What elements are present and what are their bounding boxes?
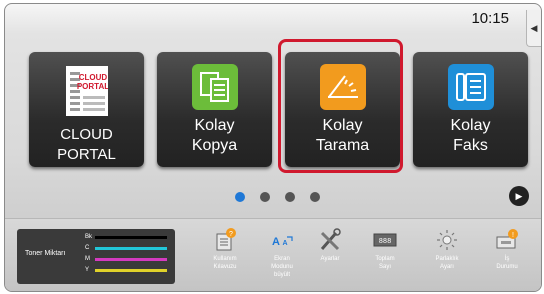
page-dot-4[interactable] <box>310 192 320 202</box>
toner-row-y: Y <box>85 266 167 275</box>
svg-text:!: ! <box>512 232 514 239</box>
fax-icon <box>447 64 494 110</box>
tile-label-line1: Kolay <box>450 117 491 134</box>
job-status-icon: ! <box>496 229 518 249</box>
page-dot-1[interactable] <box>235 192 245 202</box>
brightness-button[interactable]: Parlaklık Ayarı <box>419 227 475 271</box>
page-dot-2[interactable] <box>260 192 270 202</box>
enlarge-label-line2: Modunu <box>271 264 293 270</box>
job-status-button[interactable]: ! İş Durumu <box>479 227 535 271</box>
toner-key: Bk <box>85 234 93 240</box>
cloud-portal-logo-icon: CLOUD PORTAL <box>65 66 109 116</box>
next-page-button[interactable]: ▶ <box>509 186 529 206</box>
total-count-icon: 888 <box>373 233 397 247</box>
selection-highlight <box>278 39 403 173</box>
bottom-bar: Toner Miktarı Bk C M Y ? Kullanım Kılavu… <box>5 218 541 291</box>
toner-bar-cyan <box>95 247 167 250</box>
brightness-label-line1: Parlaklık <box>435 256 459 262</box>
svg-text:A: A <box>282 240 287 247</box>
toner-key: Y <box>85 267 90 273</box>
page-indicator <box>5 192 541 204</box>
manual-label-line2: Kılavuzu <box>213 264 237 270</box>
toner-bar-black <box>95 236 167 239</box>
manual-label-line1: Kullanım <box>213 256 237 262</box>
toner-key: C <box>85 245 90 251</box>
toner-bar-yellow <box>95 269 167 272</box>
tile-label-line1: Kolay <box>194 117 235 134</box>
total-count-label-line1: Toplam <box>375 256 395 262</box>
svg-text:A: A <box>272 236 280 248</box>
toner-row-c: C <box>85 244 167 253</box>
page-dot-3[interactable] <box>285 192 295 202</box>
play-arrow-icon: ▶ <box>515 190 523 201</box>
toner-row-bk: Bk <box>85 233 167 242</box>
tile-label: CLOUD PORTAL <box>57 126 116 163</box>
settings-button[interactable]: Ayarlar <box>302 227 358 263</box>
enlarge-display-icon: A A <box>272 236 293 248</box>
total-count-button[interactable]: 888 Toplam Sayı <box>357 227 413 271</box>
brightness-label-line2: Ayarı <box>440 264 454 270</box>
svg-text:?: ? <box>229 231 233 238</box>
tile-easy-copy[interactable]: Kolay Kopya <box>157 52 272 167</box>
settings-tools-icon <box>320 228 341 251</box>
copy-icon <box>191 64 238 110</box>
arrow-left-icon: ◀ <box>530 22 538 33</box>
job-status-label-line1: İş <box>504 256 510 262</box>
home-screen-panel: 10:15 ◀ CLOUD PORTAL CLOUD PORTAL Kolay … <box>4 3 542 292</box>
tile-label-line2: Faks <box>453 137 488 154</box>
total-count-label-line2: Sayı <box>378 264 391 270</box>
toner-key: M <box>85 256 90 262</box>
job-status-label-line2: Durumu <box>496 264 518 270</box>
tile-easy-fax[interactable]: Kolay Faks <box>413 52 528 167</box>
toner-bar-magenta <box>95 258 167 261</box>
clock: 10:15 <box>471 10 509 27</box>
tile-cloud-portal[interactable]: CLOUD PORTAL CLOUD PORTAL <box>29 52 144 167</box>
brightness-icon <box>437 230 457 250</box>
tile-label-line2: Kopya <box>191 137 238 154</box>
toner-row-m: M <box>85 255 167 264</box>
side-panel-tab[interactable]: ◀ <box>526 10 541 47</box>
toner-label: Toner Miktarı <box>25 250 66 257</box>
manual-button[interactable]: ? Kullanım Kılavuzu <box>197 227 253 271</box>
svg-text:PORTAL: PORTAL <box>76 82 107 91</box>
svg-text:888: 888 <box>379 238 392 246</box>
svg-text:CLOUD: CLOUD <box>78 73 107 82</box>
manual-icon: ? <box>216 228 236 251</box>
enlarge-label-line3: büyült <box>273 272 290 278</box>
settings-label: Ayarlar <box>320 256 340 262</box>
toner-level-panel[interactable]: Toner Miktarı Bk C M Y <box>17 229 175 284</box>
